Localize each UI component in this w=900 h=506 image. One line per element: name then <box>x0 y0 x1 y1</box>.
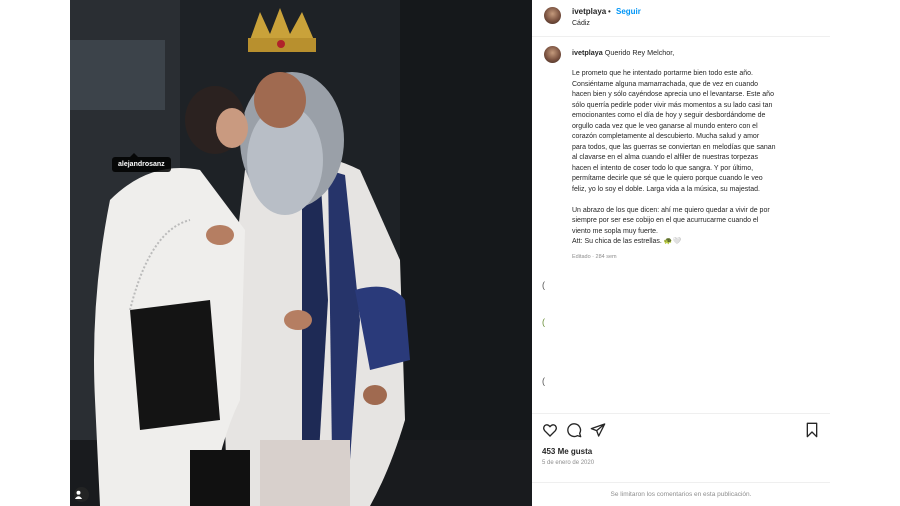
loading-mark: ( <box>542 376 545 386</box>
header-username[interactable]: ivetplaya <box>572 7 606 16</box>
post-sidebar: ivetplaya • Seguir Cádiz ivetplaya Queri… <box>532 0 830 506</box>
header-separator: • <box>608 7 611 16</box>
post-header: ivetplaya • Seguir Cádiz <box>532 0 830 37</box>
post-photo[interactable]: alejandrosanz <box>70 0 532 506</box>
loading-mark: ( <box>542 280 545 290</box>
bookmark-icon[interactable] <box>804 422 820 438</box>
caption-avatar[interactable] <box>544 46 561 63</box>
post-date: 5 de enero de 2020 <box>542 460 595 466</box>
post-actions: 453 Me gusta 5 de enero de 2020 Se limit… <box>532 413 830 504</box>
user-tag-icon[interactable] <box>74 487 89 502</box>
caption-first-line: ivetplaya Querido Rey Melchor, <box>572 48 674 57</box>
edited-timestamp: Editado · 284 sem <box>572 254 617 260</box>
comment-icon[interactable] <box>566 422 582 438</box>
location-link[interactable]: Cádiz <box>572 20 590 27</box>
caption-greeting: Querido Rey Melchor, <box>604 48 675 57</box>
comments-disabled-notice: Se limitaron los comentarios en esta pub… <box>532 482 830 498</box>
avatar[interactable] <box>544 7 561 24</box>
loading-mark: ( <box>542 317 545 327</box>
follow-button[interactable]: Seguir <box>616 7 641 16</box>
photo-illustration <box>70 0 532 506</box>
user-tag-label[interactable]: alejandrosanz <box>112 153 171 172</box>
likes-count[interactable]: 453 Me gusta <box>542 447 592 456</box>
heart-icon[interactable] <box>542 422 558 438</box>
caption-username[interactable]: ivetplaya <box>572 48 603 57</box>
share-icon[interactable] <box>590 422 606 438</box>
caption-text: Le prometo que he intentado portarme bie… <box>572 70 776 245</box>
person-icon <box>74 490 83 499</box>
